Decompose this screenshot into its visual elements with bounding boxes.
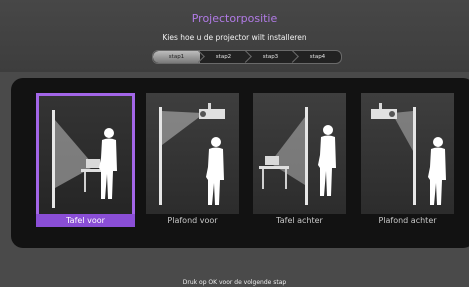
page-title: Projectorpositie — [191, 12, 278, 25]
step-4: stap4 — [294, 51, 341, 63]
step-1: stap1 — [153, 51, 205, 63]
step-2: stap2 — [200, 51, 252, 63]
option-ceiling-rear[interactable] — [361, 93, 454, 214]
option-table-front-label[interactable]: Tafel voor — [36, 214, 135, 227]
option-ceiling-front[interactable] — [146, 93, 239, 214]
option-table-rear-label[interactable]: Tafel achter — [253, 216, 346, 225]
option-ceiling-rear-label[interactable]: Plafond achter — [361, 216, 454, 225]
option-ceiling-front-label[interactable]: Plafond voor — [146, 216, 239, 225]
ceiling-front-illustration — [159, 103, 225, 205]
step-3-label: stap3 — [262, 54, 279, 60]
step-4-label: stap4 — [309, 54, 326, 60]
step-3: stap3 — [247, 51, 299, 63]
footer-hint: Druk op OK voor de volgende stap — [182, 279, 287, 286]
ceiling-rear-illustration — [371, 103, 446, 205]
step-1-label: stap1 — [168, 54, 185, 60]
step-2-label: stap2 — [215, 54, 232, 60]
table-front-illustration — [52, 110, 117, 208]
table-rear-illustration — [259, 107, 336, 205]
option-table-rear[interactable] — [253, 93, 346, 214]
step-indicator: stap1 stap2 stap3 stap4 — [152, 50, 342, 64]
page-subtitle: Kies hoe u de projector wilt installeren — [162, 33, 307, 42]
option-table-front[interactable] — [36, 93, 135, 220]
